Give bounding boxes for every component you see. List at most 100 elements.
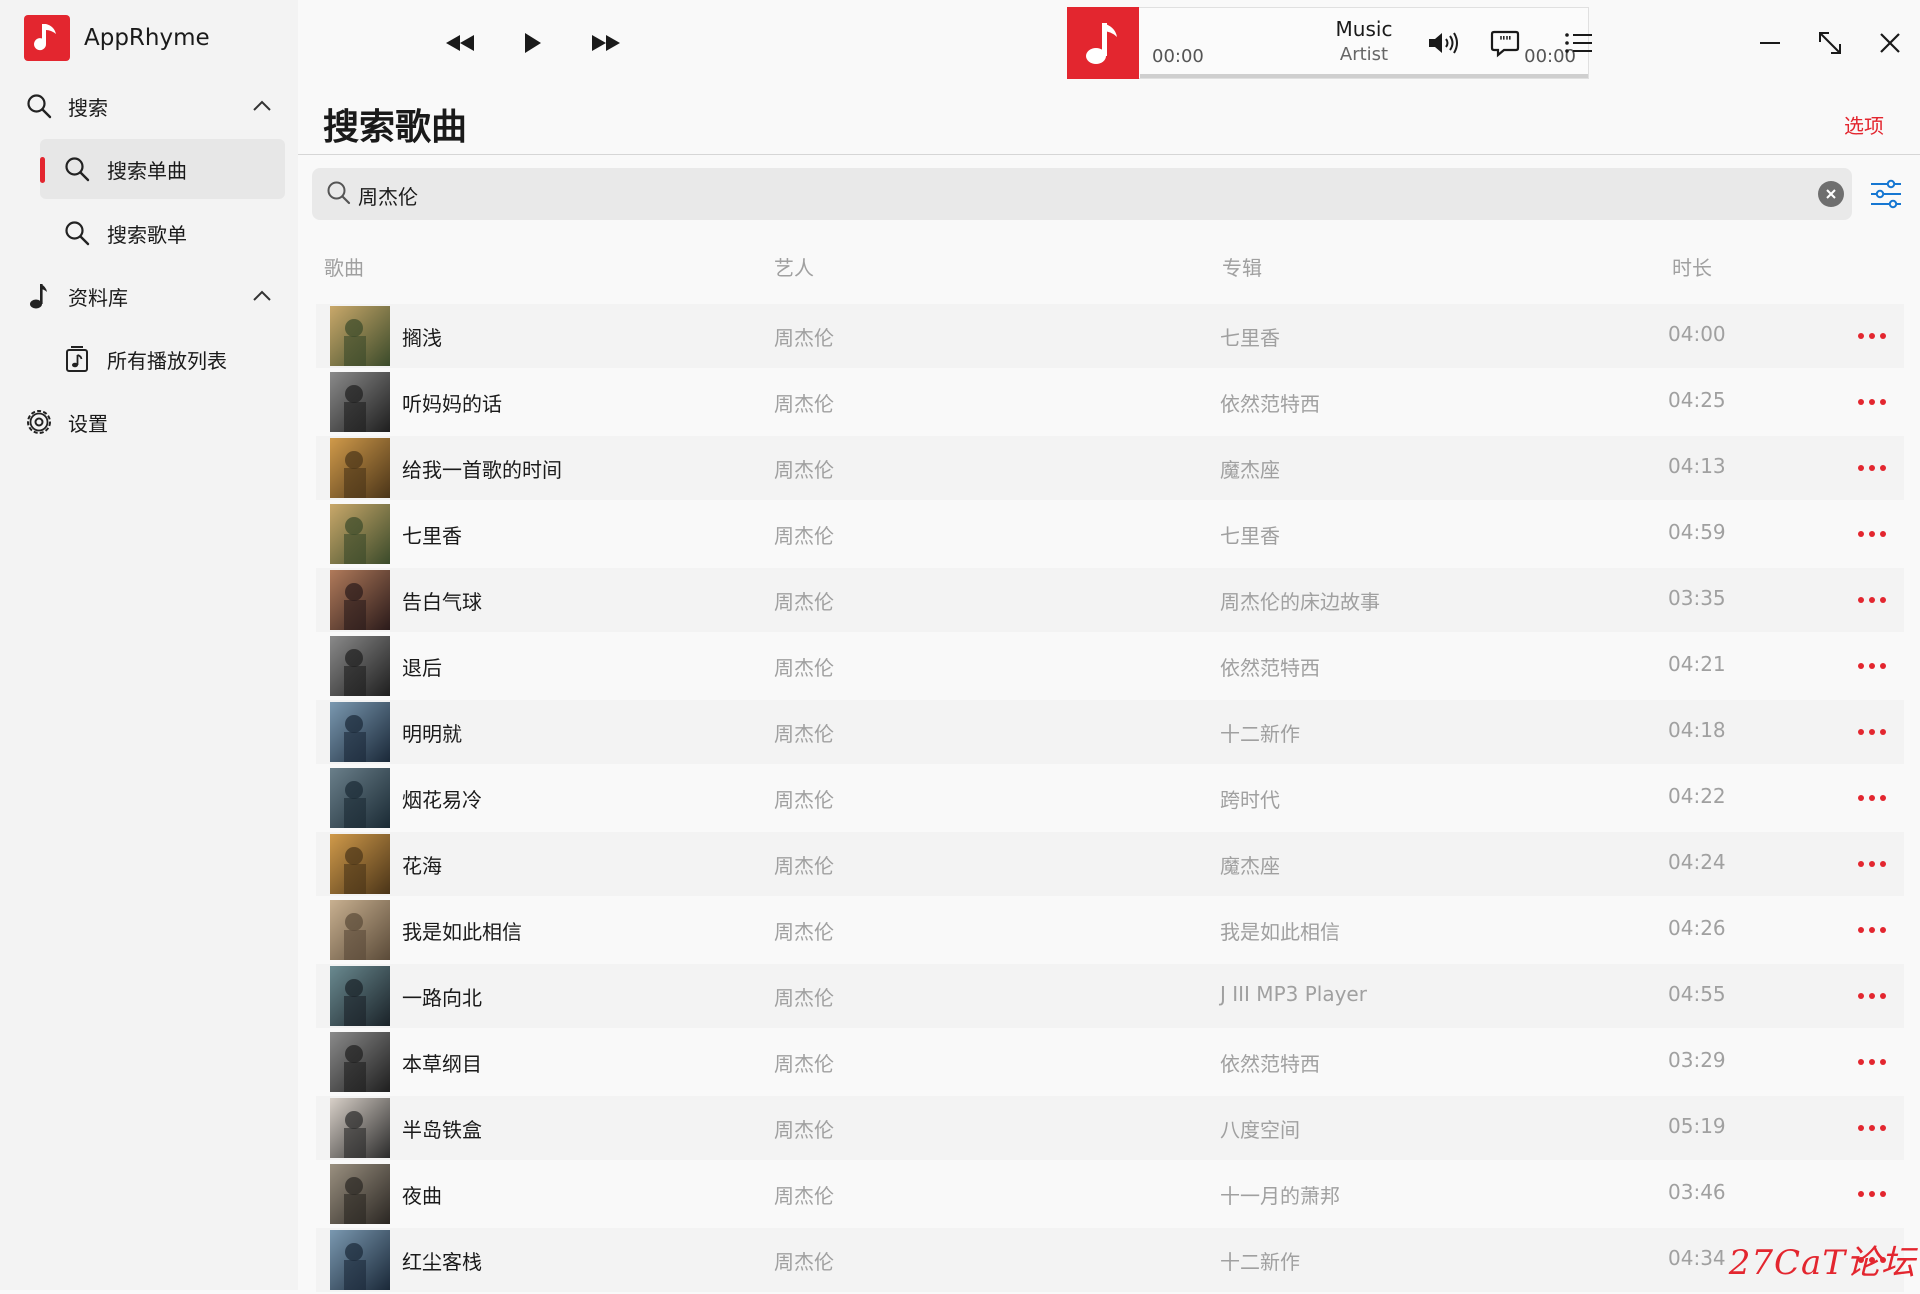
more-options-button[interactable] [1852, 1048, 1892, 1076]
filter-button[interactable] [1866, 174, 1906, 214]
playlist-icon [62, 344, 92, 374]
search-input[interactable] [356, 174, 1760, 216]
song-artist[interactable]: 周杰伦 [774, 850, 834, 879]
song-album[interactable]: 魔杰座 [1220, 454, 1280, 483]
more-options-button[interactable] [1852, 916, 1892, 944]
song-artist[interactable]: 周杰伦 [774, 916, 834, 945]
minimize-button[interactable] [1745, 18, 1795, 68]
play-button[interactable] [508, 18, 558, 68]
more-options-button[interactable] [1852, 454, 1892, 482]
song-album[interactable]: 十一月的萧邦 [1220, 1180, 1340, 1209]
more-options-button[interactable] [1852, 718, 1892, 746]
song-album[interactable]: 我是如此相信 [1220, 916, 1340, 945]
sidebar-item-search-playlists[interactable]: 搜索歌单 [0, 203, 298, 263]
maximize-button[interactable] [1805, 18, 1855, 68]
more-options-button[interactable] [1852, 388, 1892, 416]
close-button[interactable] [1865, 18, 1915, 68]
more-options-button[interactable] [1852, 1180, 1892, 1208]
next-button[interactable] [581, 18, 631, 68]
column-header-artist[interactable]: 艺人 [774, 252, 814, 281]
song-artist[interactable]: 周杰伦 [774, 718, 834, 747]
song-album[interactable]: 魔杰座 [1220, 850, 1280, 879]
song-album[interactable]: 依然范特西 [1220, 1048, 1320, 1077]
progress-bar[interactable] [1140, 74, 1588, 78]
song-artist[interactable]: 周杰伦 [774, 388, 834, 417]
sidebar-item-all-playlists[interactable]: 所有播放列表 [0, 329, 298, 389]
more-icon [1858, 333, 1886, 339]
sidebar-item-label: 所有播放列表 [107, 348, 227, 373]
header-divider [298, 154, 1920, 155]
song-artist[interactable]: 周杰伦 [774, 1180, 834, 1209]
table-row[interactable]: 听妈妈的话 周杰伦 依然范特西 04:25 [316, 370, 1904, 434]
album-cover [330, 306, 390, 366]
more-options-button[interactable] [1852, 850, 1892, 878]
song-album[interactable]: 跨时代 [1220, 784, 1280, 813]
more-icon [1858, 663, 1886, 669]
more-options-button[interactable] [1852, 652, 1892, 680]
svg-text:": " [1505, 35, 1512, 50]
song-album[interactable]: 十二新作 [1220, 718, 1300, 747]
song-artist[interactable]: 周杰伦 [774, 1246, 834, 1275]
sidebar-item-search-songs[interactable]: 搜索单曲 [40, 139, 285, 199]
song-artist[interactable]: 周杰伦 [774, 982, 834, 1011]
table-row[interactable]: 搁浅 周杰伦 七里香 04:00 [316, 304, 1904, 368]
sidebar-item-settings[interactable]: 设置 [0, 392, 298, 452]
table-row[interactable]: 退后 周杰伦 依然范特西 04:21 [316, 634, 1904, 698]
song-artist[interactable]: 周杰伦 [774, 520, 834, 549]
table-row[interactable]: 告白气球 周杰伦 周杰伦的床边故事 03:35 [316, 568, 1904, 632]
search-box[interactable] [312, 168, 1852, 220]
previous-button[interactable] [435, 18, 485, 68]
lyrics-button[interactable]: " " [1480, 18, 1530, 68]
column-header-album[interactable]: 专辑 [1222, 252, 1262, 281]
song-artist[interactable]: 周杰伦 [774, 586, 834, 615]
song-album[interactable]: 十二新作 [1220, 1246, 1300, 1275]
song-album[interactable]: 周杰伦的床边故事 [1220, 586, 1380, 615]
song-album[interactable]: J III MP3 Player [1220, 982, 1367, 1006]
table-row[interactable]: 七里香 周杰伦 七里香 04:59 [316, 502, 1904, 566]
table-row[interactable]: 红尘客栈 周杰伦 十二新作 04:34 [316, 1228, 1904, 1292]
album-cover [330, 1164, 390, 1224]
sidebar-item-search[interactable]: 搜索 [0, 76, 298, 136]
more-options-button[interactable] [1852, 586, 1892, 614]
sidebar-item-label: 搜索 [68, 95, 108, 120]
table-row[interactable]: 本草纲目 周杰伦 依然范特西 03:29 [316, 1030, 1904, 1094]
more-options-button[interactable] [1852, 982, 1892, 1010]
chevron-up-icon[interactable] [250, 284, 274, 308]
song-album[interactable]: 七里香 [1220, 322, 1280, 351]
song-artist[interactable]: 周杰伦 [774, 322, 834, 351]
song-artist[interactable]: 周杰伦 [774, 1114, 834, 1143]
song-album[interactable]: 八度空间 [1220, 1114, 1300, 1143]
column-header-song[interactable]: 歌曲 [324, 252, 364, 281]
table-row[interactable]: 夜曲 周杰伦 十一月的萧邦 03:46 [316, 1162, 1904, 1226]
song-artist[interactable]: 周杰伦 [774, 784, 834, 813]
table-row[interactable]: 花海 周杰伦 魔杰座 04:24 [316, 832, 1904, 896]
album-cover [330, 834, 390, 894]
song-artist[interactable]: 周杰伦 [774, 454, 834, 483]
song-artist[interactable]: 周杰伦 [774, 1048, 834, 1077]
options-button[interactable]: 选项 [1844, 110, 1884, 139]
clear-search-button[interactable] [1818, 181, 1844, 207]
more-options-button[interactable] [1852, 520, 1892, 548]
song-album[interactable]: 七里香 [1220, 520, 1280, 549]
queue-button[interactable] [1554, 18, 1604, 68]
column-header-duration[interactable]: 时长 [1672, 252, 1712, 281]
album-cover [330, 636, 390, 696]
album-cover [330, 438, 390, 498]
song-album[interactable]: 依然范特西 [1220, 652, 1320, 681]
table-row[interactable]: 明明就 周杰伦 十二新作 04:18 [316, 700, 1904, 764]
chevron-up-icon[interactable] [250, 94, 274, 118]
volume-button[interactable] [1418, 18, 1468, 68]
top-bar: Music Artist 00:00 00:00 " " [298, 0, 1920, 88]
song-artist[interactable]: 周杰伦 [774, 652, 834, 681]
table-row[interactable]: 半岛铁盒 周杰伦 八度空间 05:19 [316, 1096, 1904, 1160]
table-row[interactable]: 烟花易冷 周杰伦 跨时代 04:22 [316, 766, 1904, 830]
song-title: 夜曲 [402, 1184, 442, 1208]
more-options-button[interactable] [1852, 322, 1892, 350]
more-options-button[interactable] [1852, 1114, 1892, 1142]
sidebar-item-library[interactable]: 资料库 [0, 266, 298, 326]
table-row[interactable]: 给我一首歌的时间 周杰伦 魔杰座 04:13 [316, 436, 1904, 500]
more-options-button[interactable] [1852, 784, 1892, 812]
song-album[interactable]: 依然范特西 [1220, 388, 1320, 417]
table-row[interactable]: 我是如此相信 周杰伦 我是如此相信 04:26 [316, 898, 1904, 962]
table-row[interactable]: 一路向北 周杰伦 J III MP3 Player 04:55 [316, 964, 1904, 1028]
